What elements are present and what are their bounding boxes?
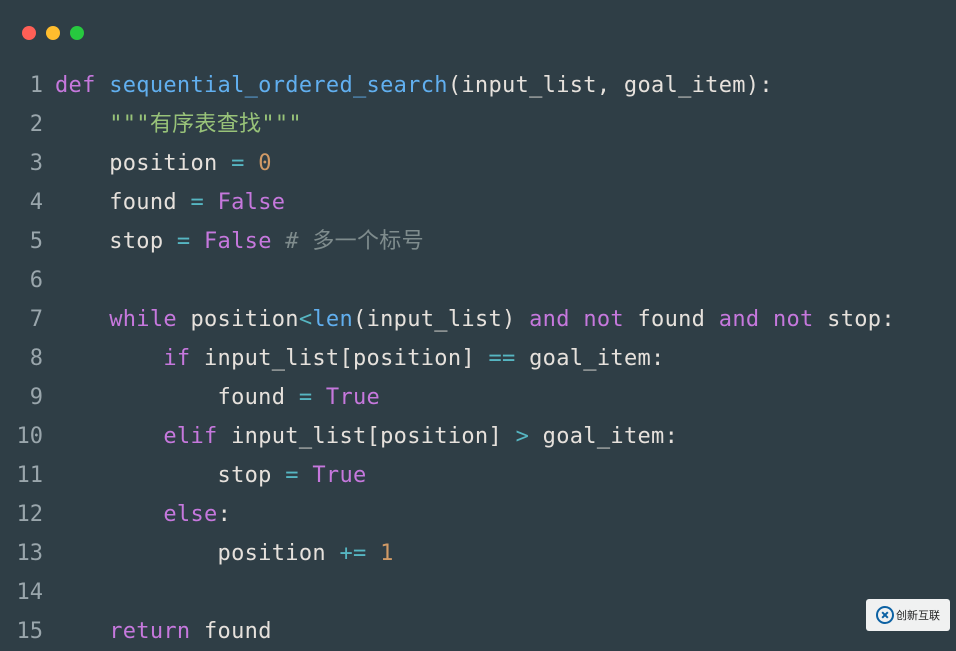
line-number: 14 — [0, 573, 55, 612]
code-content: found = False — [55, 183, 285, 222]
code-line: 14 — [0, 573, 956, 612]
code-content: position = 0 — [55, 144, 272, 183]
code-editor[interactable]: 1 def sequential_ordered_search(input_li… — [0, 66, 956, 651]
line-number: 7 — [0, 300, 55, 339]
code-content: if input_list[position] == goal_item: — [55, 339, 665, 378]
code-content: stop = True — [55, 456, 367, 495]
code-content: found = True — [55, 378, 380, 417]
window-controls — [22, 26, 84, 40]
line-number: 13 — [0, 534, 55, 573]
code-content: stop = False # 多一个标号 — [55, 222, 424, 261]
code-line: 7 while position<len(input_list) and not… — [0, 300, 956, 339]
code-line: 12 else: — [0, 495, 956, 534]
line-number: 4 — [0, 183, 55, 222]
code-content: position += 1 — [55, 534, 394, 573]
code-line: 2 """有序表查找""" — [0, 105, 956, 144]
line-number: 1 — [0, 66, 55, 105]
line-number: 8 — [0, 339, 55, 378]
code-content: """有序表查找""" — [55, 105, 302, 144]
line-number: 15 — [0, 612, 55, 651]
watermark-text: 创新互联 — [896, 607, 940, 623]
line-number: 9 — [0, 378, 55, 417]
zoom-icon[interactable] — [70, 26, 84, 40]
line-number: 6 — [0, 261, 55, 300]
watermark-badge: 创新互联 — [866, 599, 950, 631]
code-content — [55, 573, 69, 612]
code-line: 9 found = True — [0, 378, 956, 417]
code-content: def sequential_ordered_search(input_list… — [55, 66, 773, 105]
line-number: 3 — [0, 144, 55, 183]
code-line: 15 return found — [0, 612, 956, 651]
code-line: 6 — [0, 261, 956, 300]
line-number: 5 — [0, 222, 55, 261]
line-number: 12 — [0, 495, 55, 534]
code-content: elif input_list[position] > goal_item: — [55, 417, 678, 456]
code-line: 11 stop = True — [0, 456, 956, 495]
logo-icon — [876, 606, 894, 624]
code-content — [55, 261, 69, 300]
code-line: 3 position = 0 — [0, 144, 956, 183]
code-line: 4 found = False — [0, 183, 956, 222]
code-line: 10 elif input_list[position] > goal_item… — [0, 417, 956, 456]
line-number: 2 — [0, 105, 55, 144]
code-line: 13 position += 1 — [0, 534, 956, 573]
code-line: 5 stop = False # 多一个标号 — [0, 222, 956, 261]
code-content: while position<len(input_list) and not f… — [55, 300, 895, 339]
code-content: else: — [55, 495, 231, 534]
close-icon[interactable] — [22, 26, 36, 40]
line-number: 11 — [0, 456, 55, 495]
code-line: 8 if input_list[position] == goal_item: — [0, 339, 956, 378]
code-content: return found — [55, 612, 272, 651]
code-line: 1 def sequential_ordered_search(input_li… — [0, 66, 956, 105]
minimize-icon[interactable] — [46, 26, 60, 40]
line-number: 10 — [0, 417, 55, 456]
